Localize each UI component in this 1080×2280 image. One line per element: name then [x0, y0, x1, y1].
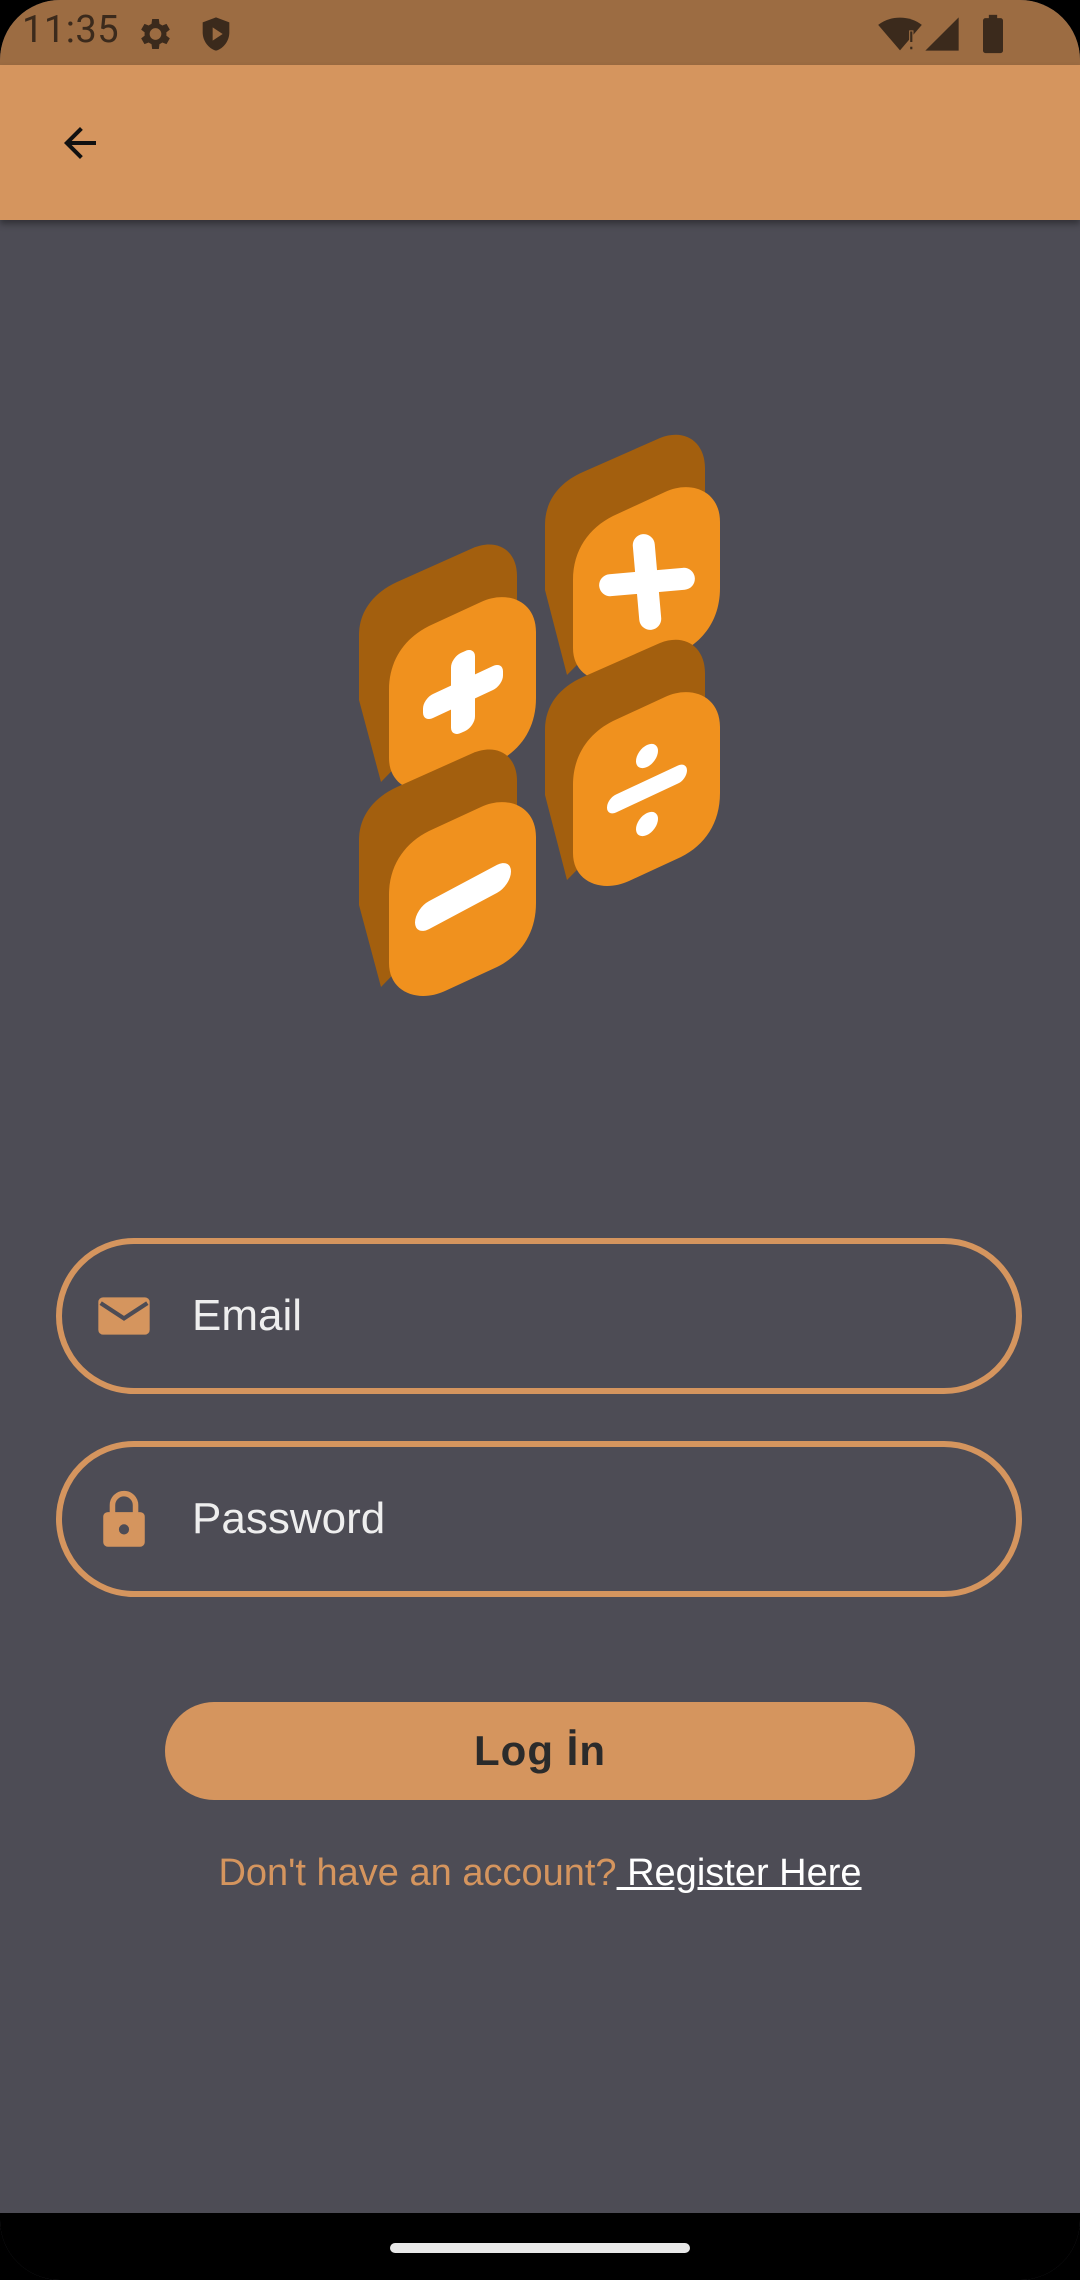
math-operators-logo — [359, 434, 720, 996]
multiply-tile — [545, 434, 720, 681]
arrow-left-icon — [64, 127, 96, 159]
password-input[interactable] — [190, 1447, 976, 1591]
signal-icon — [922, 14, 962, 54]
battery-icon — [978, 14, 1018, 54]
shield-play-icon — [196, 14, 236, 54]
email-input[interactable] — [190, 1244, 976, 1388]
email-field[interactable] — [56, 1238, 1022, 1394]
back-button[interactable] — [40, 103, 120, 183]
divide-tile — [545, 639, 720, 886]
register-link[interactable]: Register Here — [617, 1852, 861, 1894]
app-bar — [0, 65, 1080, 220]
login-button[interactable]: Log İn — [165, 1702, 915, 1800]
lock-icon — [96, 1490, 152, 1547]
register-row: Don't have an account? Register Here — [0, 1852, 1080, 1895]
password-field[interactable] — [56, 1441, 1022, 1597]
plus-tile — [359, 544, 536, 791]
status-time: 11:35 — [22, 8, 120, 52]
navigation-bar — [0, 2213, 1080, 2280]
register-prompt: Don't have an account? — [218, 1852, 617, 1894]
home-indicator[interactable] — [390, 2243, 690, 2253]
app-screen: 11:35 Email Log İn Don't have an account… — [0, 0, 1080, 2280]
mail-icon — [96, 1288, 152, 1344]
wifi-icon — [878, 14, 922, 54]
status-bar: 11:35 — [0, 0, 1080, 65]
minus-tile — [359, 749, 536, 996]
settings-icon — [134, 14, 174, 54]
